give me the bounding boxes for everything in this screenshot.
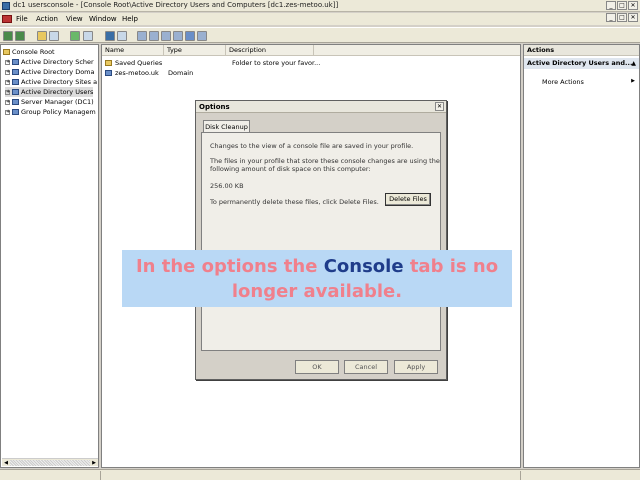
snapin-icon bbox=[12, 109, 19, 115]
expand-icon[interactable]: + bbox=[5, 59, 10, 65]
filter-icon[interactable] bbox=[185, 31, 195, 41]
new-ou-icon[interactable] bbox=[161, 31, 171, 41]
menu-action[interactable]: Action bbox=[36, 15, 58, 23]
menu-view[interactable]: View bbox=[66, 15, 83, 23]
snapin-icon bbox=[12, 59, 19, 65]
list-item[interactable]: Saved Queries Folder to store your favor… bbox=[102, 58, 520, 68]
forward-arrow-icon[interactable] bbox=[15, 31, 25, 41]
scrollbar-thumb[interactable] bbox=[10, 460, 90, 466]
folder-icon bbox=[105, 60, 112, 66]
window-title: dc1 usersconsole - [Console Root\Active … bbox=[13, 1, 339, 9]
disk-usage-text-line1: The files in your profile that store the… bbox=[210, 157, 440, 165]
scroll-left-arrow-icon[interactable]: ◀ bbox=[2, 459, 10, 467]
new-user-icon[interactable] bbox=[137, 31, 147, 41]
expand-icon[interactable]: + bbox=[5, 89, 10, 95]
cancel-button[interactable]: Cancel bbox=[344, 360, 388, 374]
toolbar bbox=[0, 27, 640, 43]
more-actions-link[interactable]: More Actions bbox=[542, 78, 584, 86]
menu-help[interactable]: Help bbox=[122, 15, 138, 23]
actions-header: Actions bbox=[524, 45, 639, 56]
expand-icon[interactable]: + bbox=[5, 69, 10, 75]
properties-icon[interactable] bbox=[117, 31, 127, 41]
tree-item-ad-schema[interactable]: + Active Directory Scher bbox=[5, 57, 94, 67]
title-bar: dc1 usersconsole - [Console Root\Active … bbox=[0, 0, 640, 12]
column-type[interactable]: Type bbox=[164, 45, 226, 56]
close-button[interactable]: ✕ bbox=[628, 1, 638, 10]
tree-item-ad-sites[interactable]: + Active Directory Sites a bbox=[5, 77, 97, 87]
child-minimize-button[interactable]: _ bbox=[606, 13, 616, 22]
tree-item-group-policy[interactable]: + Group Policy Managem bbox=[5, 107, 96, 117]
maximize-button[interactable]: □ bbox=[617, 1, 627, 10]
server-icon bbox=[12, 99, 19, 105]
menu-window[interactable]: Window bbox=[89, 15, 117, 23]
ok-button[interactable]: OK bbox=[295, 360, 339, 374]
add-to-group-icon[interactable] bbox=[197, 31, 207, 41]
tree-horizontal-scrollbar[interactable]: ◀ ▶ bbox=[2, 458, 98, 466]
snapin-icon bbox=[12, 69, 19, 75]
actions-pane: Actions Active Directory Users and... ▲ … bbox=[523, 44, 640, 468]
folder-icon bbox=[3, 49, 10, 55]
child-close-button[interactable]: ✕ bbox=[628, 13, 638, 22]
new-group-icon[interactable] bbox=[149, 31, 159, 41]
expand-icon[interactable]: + bbox=[5, 79, 10, 85]
delete-files-button[interactable]: Delete Files bbox=[385, 193, 431, 206]
tutorial-caption: In the options the Console tab is no lon… bbox=[122, 250, 512, 307]
actions-section-ad-users[interactable]: Active Directory Users and... ▲ bbox=[524, 58, 639, 69]
disk-cleanup-panel: Changes to the view of a console file ar… bbox=[201, 132, 441, 351]
child-restore-button[interactable]: □ bbox=[617, 13, 627, 22]
status-bar bbox=[0, 469, 640, 480]
domain-icon bbox=[105, 70, 112, 76]
find-icon[interactable] bbox=[173, 31, 183, 41]
help-icon[interactable] bbox=[105, 31, 115, 41]
tab-disk-cleanup[interactable]: Disk Cleanup bbox=[203, 120, 250, 132]
caption-text-part1: In the options the bbox=[135, 255, 324, 277]
dialog-title-bar: Options ✕ bbox=[196, 101, 446, 113]
snapin-icon bbox=[12, 89, 19, 95]
profile-info-text: Changes to the view of a console file ar… bbox=[210, 142, 414, 150]
status-segment bbox=[100, 471, 520, 480]
mmc-app-icon bbox=[2, 2, 10, 10]
disk-usage-size: 256.00 KB bbox=[210, 182, 244, 190]
back-arrow-icon[interactable] bbox=[3, 31, 13, 41]
refresh-icon[interactable] bbox=[70, 31, 80, 41]
scroll-right-arrow-icon[interactable]: ▶ bbox=[90, 459, 98, 467]
tree-item-console-root[interactable]: Console Root bbox=[3, 47, 55, 57]
list-item[interactable]: zes-metoo.uk Domain bbox=[102, 68, 520, 78]
tree-item-ad-domains[interactable]: + Active Directory Doma bbox=[5, 67, 95, 77]
console-tree-pane[interactable]: Console Root + Active Directory Scher + … bbox=[0, 44, 99, 468]
column-name[interactable]: Name bbox=[102, 45, 164, 56]
options-dialog: Options ✕ Disk Cleanup Changes to the vi… bbox=[195, 100, 447, 380]
caption-text-highlight: Console bbox=[323, 255, 404, 277]
export-list-icon[interactable] bbox=[83, 31, 93, 41]
delete-instructions-text: To permanently delete these files, click… bbox=[210, 198, 379, 206]
up-folder-icon[interactable] bbox=[37, 31, 47, 41]
snapin-icon bbox=[12, 79, 19, 85]
tree-item-server-manager[interactable]: + Server Manager (DC1) bbox=[5, 97, 94, 107]
expand-icon[interactable]: + bbox=[5, 109, 10, 115]
dialog-close-button[interactable]: ✕ bbox=[435, 102, 444, 111]
submenu-arrow-icon: ▶ bbox=[631, 78, 635, 84]
list-header: Name Type Description bbox=[102, 45, 520, 56]
column-description[interactable]: Description bbox=[226, 45, 314, 56]
expand-icon[interactable]: + bbox=[5, 99, 10, 105]
apply-button[interactable]: Apply bbox=[394, 360, 438, 374]
menu-bar: File Action View Window Help bbox=[0, 13, 640, 25]
show-tree-icon[interactable] bbox=[49, 31, 59, 41]
menu-file[interactable]: File bbox=[16, 15, 28, 23]
console-menu-icon[interactable] bbox=[2, 15, 12, 23]
minimize-button[interactable]: _ bbox=[606, 1, 616, 10]
disk-usage-text-line2: following amount of disk space on this c… bbox=[210, 165, 371, 173]
dialog-title: Options bbox=[199, 103, 230, 111]
tree-item-ad-users[interactable]: + Active Directory Users bbox=[5, 87, 94, 97]
collapse-caret-icon[interactable]: ▲ bbox=[631, 58, 636, 69]
status-segment bbox=[520, 471, 640, 480]
